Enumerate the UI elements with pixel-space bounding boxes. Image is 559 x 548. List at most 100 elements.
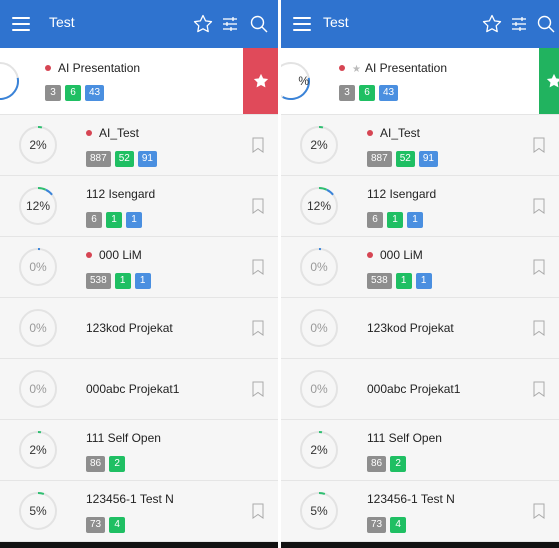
list-item[interactable]: 0% 000abc Projekat1 [281, 359, 559, 420]
list-item[interactable]: 2% 111 Self Open 86 2 [0, 420, 278, 481]
project-name: 123kod Projekat [86, 321, 173, 335]
project-name: 111 Self Open [86, 431, 161, 445]
bookmark-outline-icon[interactable] [533, 259, 545, 275]
badge-group: 86 2 [86, 453, 129, 472]
bookmark-outline-icon[interactable] [252, 259, 264, 275]
list-item[interactable]: 12% 112 Isengard 611 [281, 176, 559, 237]
bookmark-outline-icon[interactable] [533, 198, 545, 214]
progress-ring: 0% [299, 369, 339, 409]
menu-icon[interactable] [12, 17, 30, 31]
status-dot [45, 65, 51, 71]
list-item[interactable]: 0% 000 LiM 538 1 1 [0, 237, 278, 298]
badge-group: 538 1 1 [367, 270, 436, 289]
badge-group: 73 4 [367, 514, 410, 533]
status-dot [86, 130, 92, 136]
list-item[interactable]: 12% 112 Isengard 611 [0, 176, 278, 237]
progress-ring: 5% [299, 491, 339, 531]
list-item[interactable]: 2% 111 Self Open 86 2 [281, 420, 559, 481]
progress-ring: 2% [299, 125, 339, 165]
badge: 52 [395, 151, 415, 167]
badge: 538 [367, 273, 392, 289]
list-item[interactable]: 0% 123kod Projekat [0, 298, 278, 359]
badge: 6 [367, 212, 383, 228]
sliders-icon[interactable] [507, 12, 531, 36]
progress-ring: 12% [299, 186, 339, 226]
sliders-icon[interactable] [218, 12, 242, 36]
progress-ring: 0% [18, 369, 58, 409]
badge: 1 [114, 273, 131, 289]
search-icon[interactable] [534, 12, 558, 36]
project-list: % ★ AI Presentation 3 6 43 2% AI_Test 887 52… [281, 48, 559, 542]
badge-group: 538 1 1 [86, 270, 155, 289]
app-title: Test [323, 14, 349, 30]
menu-icon[interactable] [293, 17, 311, 31]
badge: 1 [415, 273, 432, 289]
bookmark-outline-icon[interactable] [533, 381, 545, 397]
progress-ring: 0% [18, 308, 58, 348]
project-name: AI Presentation [364, 61, 448, 75]
progress-ring [0, 61, 20, 101]
badge: 1 [407, 212, 423, 228]
project-name: AI_Test [380, 126, 421, 140]
list-item[interactable]: 0% 000 LiM 538 1 1 [281, 237, 559, 298]
list-item[interactable]: % ★ AI Presentation 3 6 43 [281, 48, 559, 115]
star-filled-icon [253, 73, 268, 88]
system-nav-bar [281, 542, 559, 548]
project-list: AI Presentation 3 6 43 2% AI_Test 887 52 91 … [0, 48, 278, 542]
badge: 4 [109, 517, 126, 533]
list-item[interactable]: 5% 123456-1 Test N 73 4 [281, 481, 559, 542]
search-icon[interactable] [247, 12, 271, 36]
list-item[interactable]: 0% 000abc Projekat1 [0, 359, 278, 420]
favorite-action-button[interactable] [539, 48, 559, 114]
badge: 73 [367, 517, 387, 533]
badge: 1 [395, 273, 412, 289]
app-bar: Test [281, 0, 559, 48]
project-name: 112 Isengard [367, 187, 437, 201]
screen-left: Test AI Presentation 3 6 43 2% AI_Test 8… [0, 0, 278, 548]
badge: 538 [86, 273, 111, 289]
system-nav-bar [0, 542, 278, 548]
badge: 43 [85, 85, 105, 101]
favorite-action-button[interactable] [243, 48, 278, 114]
progress-ring: 0% [299, 308, 339, 348]
bookmark-outline-icon[interactable] [252, 320, 264, 336]
badge: 73 [86, 517, 106, 533]
screen-right: Test % ★ AI Presentation 3 6 43 2% AI_Te… [281, 0, 559, 548]
bookmark-outline-icon[interactable] [252, 381, 264, 397]
project-name: 111 Self Open [367, 431, 442, 445]
list-item[interactable]: 5% 123456-1 Test N 73 4 [0, 481, 278, 542]
badge: 52 [114, 151, 134, 167]
bookmark-outline-icon[interactable] [533, 503, 545, 519]
star-outline-icon[interactable] [480, 12, 504, 36]
star-filled-icon [546, 73, 559, 88]
progress-ring: 5% [18, 491, 58, 531]
badge: 43 [379, 85, 399, 101]
badge: 1 [387, 212, 403, 228]
badge: 2 [109, 456, 126, 472]
badge: 2 [390, 456, 407, 472]
bookmark-outline-icon[interactable] [252, 198, 264, 214]
star-outline-icon[interactable] [191, 12, 215, 36]
bookmark-outline-icon[interactable] [533, 320, 545, 336]
badge: 3 [339, 85, 355, 101]
progress-ring: 2% [299, 430, 339, 470]
app-bar: Test [0, 0, 278, 48]
progress-ring: 2% [18, 125, 58, 165]
badge: 91 [137, 151, 157, 167]
status-dot [339, 65, 345, 71]
list-item[interactable]: 2% AI_Test 887 52 91 [0, 115, 278, 176]
status-dot [86, 252, 92, 258]
list-item[interactable]: 0% 123kod Projekat [281, 298, 559, 359]
project-name: AI Presentation [58, 61, 141, 75]
bookmark-outline-icon[interactable] [252, 503, 264, 519]
bookmark-outline-icon[interactable] [252, 137, 264, 153]
badge: 86 [367, 456, 387, 472]
list-item[interactable]: 2% AI_Test 887 52 91 [281, 115, 559, 176]
badge: 887 [367, 151, 392, 167]
project-name: 000 LiM [99, 248, 142, 262]
badge: 6 [65, 85, 81, 101]
progress-ring: 2% [18, 430, 58, 470]
project-name: 112 Isengard [86, 187, 156, 201]
bookmark-outline-icon[interactable] [533, 137, 545, 153]
list-item[interactable]: AI Presentation 3 6 43 [0, 48, 278, 115]
